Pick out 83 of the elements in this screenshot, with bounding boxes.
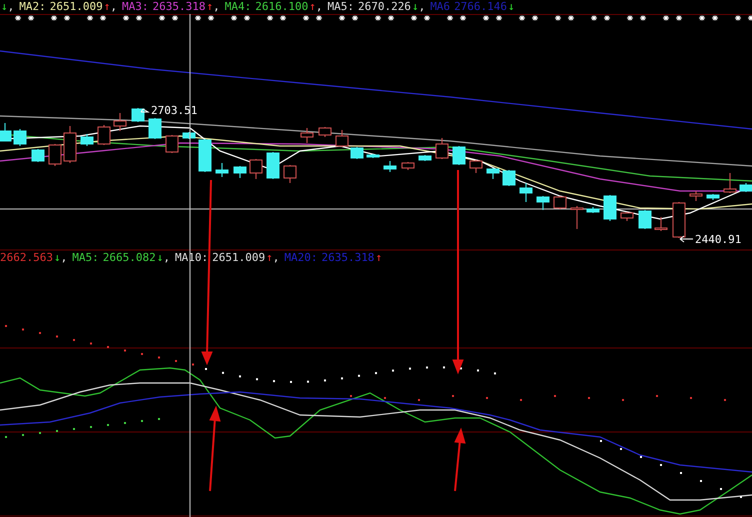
candlestick — [604, 194, 616, 222]
candlestick — [250, 158, 262, 180]
candlestick — [182, 132, 196, 140]
ma-label: MA6 — [430, 0, 450, 14]
ma-label: MA3: — [122, 0, 148, 14]
ma-value: 2635.318 — [152, 0, 206, 14]
trend-arrow: ↓ — [54, 251, 61, 265]
candlestick — [690, 190, 702, 202]
candlestick — [554, 196, 566, 210]
ma-label: MA5: — [72, 251, 99, 265]
candlestick — [740, 182, 752, 192]
candlestick — [706, 194, 720, 200]
separator: , — [163, 251, 170, 265]
ma-value: 2665.082 — [102, 251, 156, 265]
separator: , — [272, 251, 280, 265]
candlestick — [32, 148, 44, 162]
ma-label: MA2: — [19, 0, 46, 14]
candlestick — [384, 160, 396, 172]
candlestick — [452, 146, 466, 166]
ma-label: MA4: — [224, 0, 252, 14]
leader-line — [680, 236, 694, 242]
candlestick — [436, 138, 448, 160]
candlestick — [672, 202, 686, 238]
ma-label: MA20: — [284, 251, 318, 265]
candlestick — [318, 126, 332, 138]
candlestick — [520, 182, 532, 202]
candlestick — [336, 130, 348, 148]
separator: , — [8, 0, 14, 14]
candlestick — [570, 206, 584, 230]
candlestick — [234, 166, 246, 178]
candlestick — [166, 134, 178, 154]
candlestick — [654, 216, 668, 232]
trend-arrow: ↑ — [206, 0, 214, 14]
trend-arrow: ↓ — [508, 0, 515, 14]
candlestick — [284, 164, 296, 184]
candlestick — [216, 162, 228, 178]
ma-value: 2651.009 — [50, 0, 103, 14]
candlestick — [486, 168, 500, 180]
trend-arrow: ↓ — [1, 0, 8, 14]
candlestick — [0, 122, 12, 142]
candlestick — [132, 108, 144, 122]
candlestick — [470, 160, 482, 174]
candlestick — [724, 172, 736, 194]
candlestick — [366, 154, 380, 158]
ma-value: 2670.226 — [358, 0, 411, 14]
trend-arrow: ↑ — [266, 251, 273, 265]
candlestick — [148, 118, 162, 140]
candlestick — [98, 124, 110, 146]
trend-arrow: ↑ — [375, 251, 382, 265]
ma-value: 2766.146 — [454, 0, 508, 14]
candlestick — [620, 212, 634, 222]
price-label: 2440.91 — [695, 233, 742, 246]
candlestick — [48, 144, 62, 166]
candlestick — [64, 126, 76, 164]
candlestick — [502, 170, 516, 186]
trend-arrow: ↑ — [104, 0, 110, 14]
candlestick — [350, 146, 364, 160]
candlestick — [114, 112, 126, 132]
separator: , — [418, 0, 426, 14]
candlestick — [638, 210, 652, 230]
ma-value: 2616.100 — [255, 0, 308, 14]
candlestick — [402, 162, 414, 170]
candlestick — [586, 206, 600, 214]
candlestick — [418, 154, 432, 162]
ma-value: 2662.563 — [0, 251, 53, 265]
trend-arrow: ↑ — [309, 0, 316, 14]
candlestick — [300, 128, 314, 144]
ma-value: 2635.318 — [321, 251, 374, 265]
separator: , — [213, 0, 220, 14]
candlestick — [266, 152, 280, 180]
trend-arrow: ↓ — [156, 251, 164, 265]
candlestick — [536, 196, 550, 210]
candlestick — [198, 138, 212, 172]
leader-line — [140, 108, 150, 112]
separator: , — [60, 251, 68, 265]
ma-label: MA5: — [327, 0, 354, 14]
candlestick — [14, 128, 26, 146]
up-arrow — [454, 428, 466, 492]
ma-value: 2651.009 — [212, 251, 266, 265]
trend-arrow: ↓ — [412, 0, 419, 14]
separator: , — [316, 0, 322, 14]
candlestick — [80, 134, 94, 146]
separator: , — [110, 0, 117, 14]
